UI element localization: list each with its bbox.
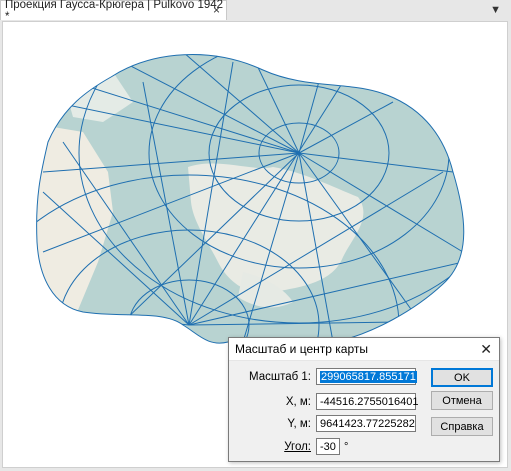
angle-unit: ° xyxy=(344,440,349,453)
cancel-button[interactable]: Отмена xyxy=(431,391,493,410)
angle-value: -30 xyxy=(320,440,336,453)
map-tab[interactable]: Проекция Гаусса-Крюгера | Pulkovo 1942 *… xyxy=(0,0,227,23)
dialog-title-bar: Масштаб и центр карты ✕ xyxy=(229,338,499,361)
close-icon[interactable]: × xyxy=(213,4,220,16)
y-value: 9641423.77225282 xyxy=(320,417,415,430)
angle-label: Угол: xyxy=(284,440,311,453)
help-button[interactable]: Справка xyxy=(431,417,493,436)
application-window: Проекция Гаусса-Крюгера | Pulkovo 1942 *… xyxy=(0,0,511,471)
y-label: Y, м: xyxy=(287,417,311,430)
scale-center-dialog: Масштаб и центр карты ✕ Масштаб 1: 29906… xyxy=(228,337,500,462)
x-label: X, м: xyxy=(285,395,311,408)
ok-button[interactable]: OK xyxy=(431,368,493,387)
tab-bar: Проекция Гаусса-Крюгера | Pulkovo 1942 *… xyxy=(0,0,511,23)
scale-input[interactable]: 299065817.855171 xyxy=(316,368,417,385)
dialog-close-icon[interactable]: ✕ xyxy=(480,341,492,358)
scale-label: Масштаб 1: xyxy=(249,370,311,383)
map-tab-title: Проекция Гаусса-Крюгера | Pulkovo 1942 * xyxy=(5,0,224,23)
y-input[interactable]: 9641423.77225282 xyxy=(316,415,416,432)
dialog-title: Масштаб и центр карты xyxy=(235,342,368,356)
x-input[interactable]: -44516.2755016401 xyxy=(316,393,419,410)
scale-value: 299065817.855171 xyxy=(320,370,417,383)
dropdown-arrow-icon[interactable]: ▼ xyxy=(490,4,501,16)
x-value: -44516.2755016401 xyxy=(320,395,419,408)
angle-input[interactable]: -30 xyxy=(316,438,340,455)
